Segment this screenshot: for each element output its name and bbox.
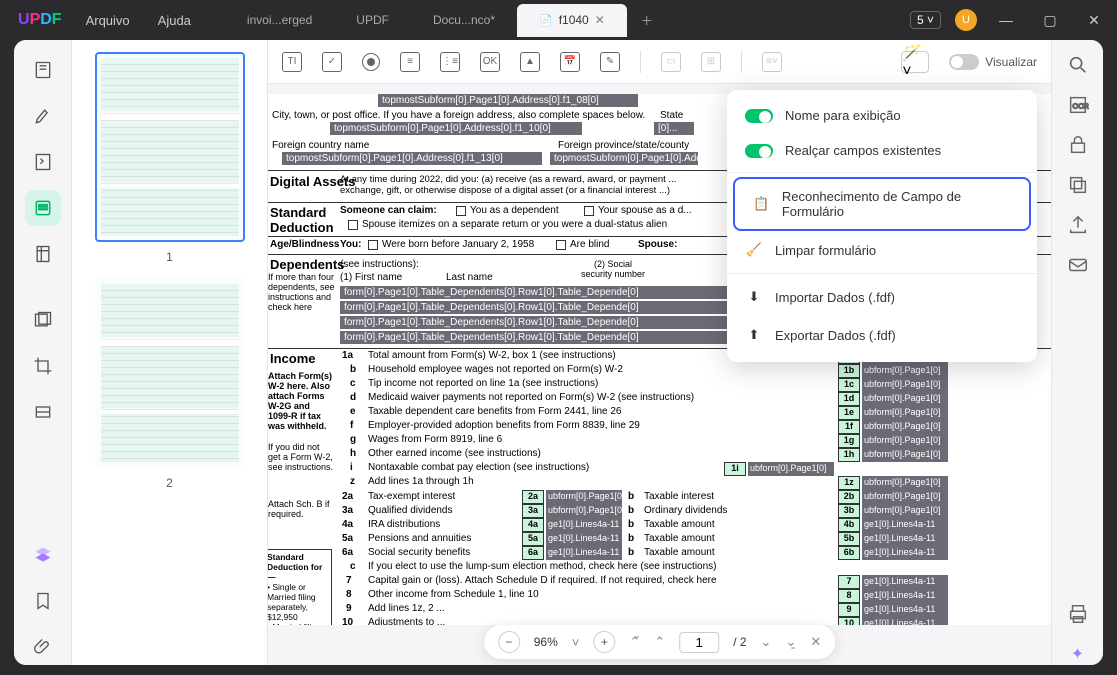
close-tab-icon[interactable]: ✕ [595, 13, 605, 27]
dd-clear-form[interactable]: 🧹 Limpar formulário [727, 231, 1037, 269]
menu-help[interactable]: Ajuda [144, 13, 205, 28]
page-number-input[interactable] [679, 632, 719, 653]
checkbox-born-before[interactable] [368, 240, 378, 250]
export-icon: ⬆ [745, 326, 763, 344]
page-tool[interactable] [25, 236, 61, 272]
tab-f1040[interactable]: 📄f1040✕ [517, 4, 627, 37]
zoom-value: 96% [534, 635, 558, 649]
page-thumb-2[interactable] [95, 278, 245, 468]
mail-icon[interactable] [1067, 254, 1089, 276]
textfield-tool[interactable]: TI [282, 52, 302, 72]
form-tool[interactable] [25, 190, 61, 226]
form-options-button[interactable]: 🪄˅ [901, 51, 929, 73]
align-left-tool: ▭ [661, 52, 681, 72]
align-tool: ≡˅ [762, 52, 782, 72]
app-logo: UPDF [8, 11, 72, 29]
prev-page-button[interactable]: ⌃ [654, 634, 665, 650]
image-tool[interactable]: ▲ [520, 52, 540, 72]
tab-updf[interactable]: UPDF [334, 4, 411, 37]
preview-toggle[interactable]: Visualizar [949, 54, 1037, 70]
first-page-button[interactable]: ⌃̄ [629, 634, 640, 650]
search-icon[interactable] [1067, 54, 1089, 76]
tab-docu[interactable]: Docu...nco* [411, 4, 517, 37]
menu-file[interactable]: Arquivo [72, 13, 144, 28]
thumb-label-1: 1 [84, 250, 255, 264]
attachment-icon[interactable] [25, 629, 61, 665]
section-standard-deduction: Standard Deduction [270, 205, 338, 235]
switch-icon[interactable] [745, 144, 773, 158]
lock-icon[interactable] [1067, 134, 1089, 156]
minimize-button[interactable]: — [991, 12, 1021, 28]
last-page-button[interactable]: ⌄̱ [785, 634, 796, 650]
dd-export-data[interactable]: ⬆ Exportar Dados (.fdf) [727, 316, 1037, 354]
svg-text:OCR: OCR [1072, 102, 1088, 111]
close-bar-button[interactable]: ✕ [810, 634, 821, 650]
ocr-icon[interactable]: OCR [1067, 94, 1089, 116]
page-thumb-1[interactable] [95, 52, 245, 242]
app-body: 1 2 TI ✓ ≡ ⋮≡ OK ▲ 📅 ✎ ▭ ⊞ ≡˅ 🪄˅ Visuali… [14, 40, 1103, 665]
switch-icon [949, 54, 979, 70]
tab-invoice[interactable]: invoi...erged [225, 4, 334, 37]
crop-tool[interactable] [25, 348, 61, 384]
slide-tool[interactable] [25, 302, 61, 338]
radio-tool[interactable] [362, 53, 380, 71]
layers-icon[interactable] [25, 537, 61, 573]
share-icon[interactable] [1067, 214, 1089, 236]
switch-icon[interactable] [745, 109, 773, 123]
highlight-tool[interactable] [25, 98, 61, 134]
clear-icon: 🧹 [745, 241, 763, 259]
dd-display-name[interactable]: Nome para exibição [727, 98, 1037, 133]
checkbox-itemize[interactable] [348, 220, 358, 230]
button-tool[interactable]: OK [480, 52, 500, 72]
page-total: / 2 [733, 635, 746, 649]
flatten-icon[interactable] [1067, 174, 1089, 196]
zoom-page-bar: − 96% ˅ + ⌃̄ ⌃ / 2 ⌄ ⌄̱ ✕ [484, 625, 836, 659]
section-dependents: Dependents [270, 257, 344, 272]
zoom-dropdown-icon[interactable]: ˅ [572, 635, 580, 650]
checkbox-you-dependent[interactable] [456, 206, 466, 216]
close-button[interactable]: ✕ [1079, 12, 1109, 29]
zoom-in-button[interactable]: + [593, 631, 615, 653]
checkbox-blind[interactable] [556, 240, 566, 250]
right-sidebar: OCR ✦ [1051, 40, 1103, 665]
form-options-dropdown: Nome para exibição Realçar campos existe… [727, 90, 1037, 362]
dd-recognize-fields[interactable]: 📋 Reconhecimento de Campo de Formulário [733, 177, 1031, 231]
checkbox-spouse-dependent[interactable] [584, 206, 594, 216]
left-sidebar [14, 40, 72, 665]
avatar[interactable]: U [955, 9, 977, 31]
field-label: topmostSubform[0].Page1[0].Address[0].f1… [378, 94, 638, 107]
thumbnail-panel: 1 2 [72, 40, 268, 665]
dd-highlight-existing[interactable]: Realçar campos existentes [727, 133, 1037, 168]
maximize-button[interactable]: ▢ [1035, 12, 1065, 29]
ai-icon[interactable]: ✦ [1067, 643, 1089, 665]
thumb-label-2: 2 [84, 476, 255, 490]
new-tab-button[interactable]: ＋ [627, 4, 667, 37]
tab-strip: invoi...erged UPDF Docu...nco* 📄f1040✕ ＋ [225, 4, 667, 37]
standard-deduction-box: Standard Deduction for— • Single or Marr… [268, 549, 332, 625]
form-recognize-icon: 📋 [753, 195, 770, 213]
listbox-tool[interactable]: ≡ [400, 52, 420, 72]
import-icon: ⬇ [745, 288, 763, 306]
signature-tool[interactable]: ✎ [600, 52, 620, 72]
form-toolbar: TI ✓ ≡ ⋮≡ OK ▲ 📅 ✎ ▭ ⊞ ≡˅ 🪄˅ Visualizar [268, 40, 1051, 84]
version-badge[interactable]: 5 ˅ [910, 11, 941, 29]
zoom-out-button[interactable]: − [498, 631, 520, 653]
titlebar: UPDF Arquivo Ajuda invoi...erged UPDF Do… [0, 0, 1117, 40]
edit-tool[interactable] [25, 144, 61, 180]
dd-import-data[interactable]: ⬇ Importar Dados (.fdf) [727, 278, 1037, 316]
next-page-button[interactable]: ⌄ [761, 634, 772, 650]
distribute-tool: ⊞ [701, 52, 721, 72]
bookmark-icon[interactable] [25, 583, 61, 619]
document-area: TI ✓ ≡ ⋮≡ OK ▲ 📅 ✎ ▭ ⊞ ≡˅ 🪄˅ Visualizar … [268, 40, 1051, 665]
redact-tool[interactable] [25, 394, 61, 430]
date-tool[interactable]: 📅 [560, 52, 580, 72]
section-income: Income [270, 351, 316, 366]
reader-tool[interactable] [25, 52, 61, 88]
checkbox-tool[interactable]: ✓ [322, 52, 342, 72]
print-icon[interactable] [1067, 603, 1089, 625]
dropdown-tool[interactable]: ⋮≡ [440, 52, 460, 72]
form-text: City, town, or post office. If you have … [272, 110, 645, 121]
